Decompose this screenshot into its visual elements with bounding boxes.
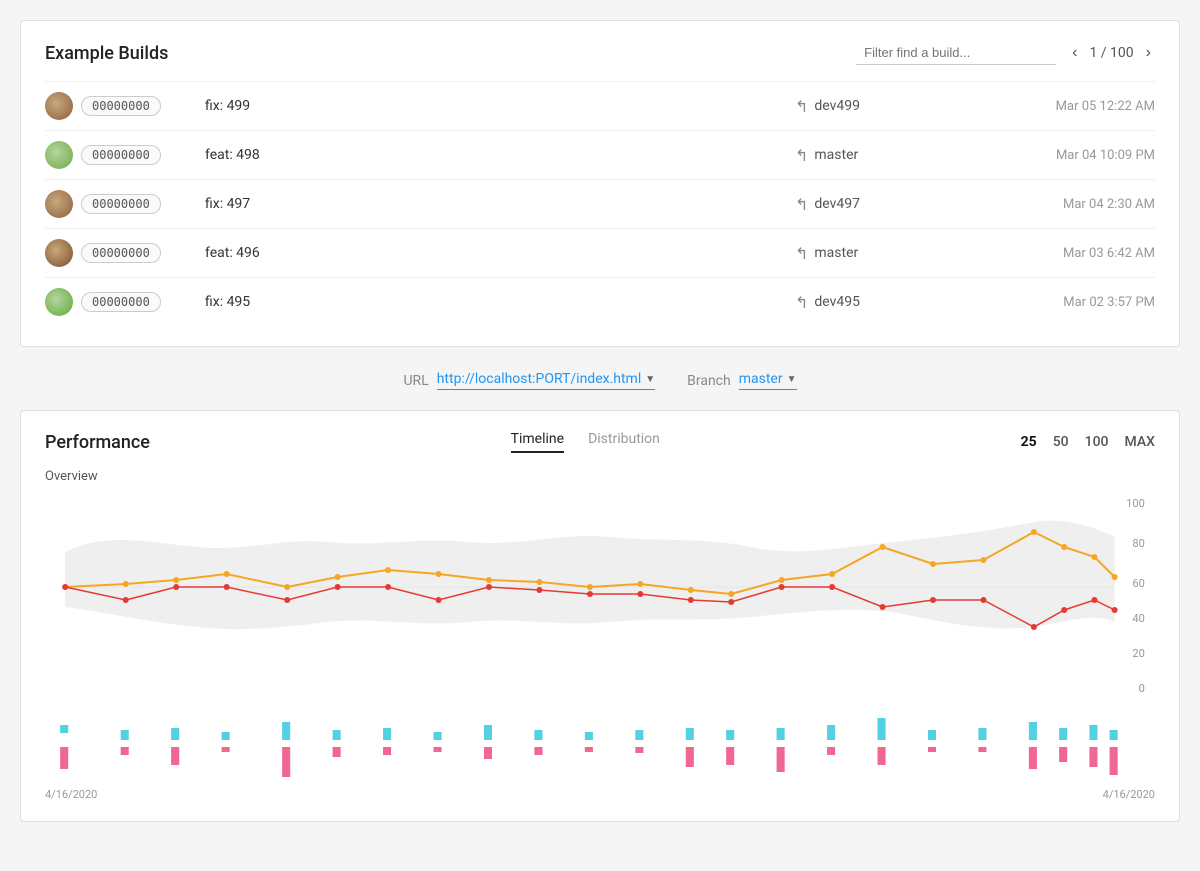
- build-date: Mar 04 2:30 AM: [975, 197, 1155, 212]
- branch-dropdown-arrow: ▼: [787, 374, 797, 385]
- build-label: fix: 497: [205, 196, 795, 212]
- branch-cell: ↰ master: [795, 244, 975, 263]
- perf-title: Performance: [45, 432, 150, 453]
- branch-selector-group: Branch master ▼: [687, 371, 796, 390]
- build-id-badge: 00000000: [81, 96, 161, 116]
- build-id-cell: 00000000: [45, 239, 205, 267]
- tab-distribution[interactable]: Distribution: [588, 431, 660, 453]
- table-row[interactable]: 00000000 fix: 499 ↰ dev499 Mar 05 12:22 …: [45, 81, 1155, 130]
- svg-text:80: 80: [1132, 537, 1144, 550]
- avatar: [45, 190, 73, 218]
- build-id-cell: 00000000: [45, 141, 205, 169]
- perf-range: 25 50 100 MAX: [1021, 434, 1155, 450]
- builds-list: 00000000 fix: 499 ↰ dev499 Mar 05 12:22 …: [45, 81, 1155, 326]
- branch-name: dev499: [814, 98, 860, 114]
- build-label: feat: 498: [205, 147, 795, 163]
- bar-chart: [45, 700, 1155, 780]
- builds-title: Example Builds: [45, 43, 168, 64]
- build-id-badge: 00000000: [81, 194, 161, 214]
- main-chart: 100 80 60 40 20 0: [45, 492, 1155, 692]
- range-100[interactable]: 100: [1085, 434, 1109, 450]
- chart-section: Overview 100 80 60 40 20 0: [45, 469, 1155, 801]
- build-date: Mar 02 3:57 PM: [975, 295, 1155, 310]
- avatar: [45, 239, 73, 267]
- range-max[interactable]: MAX: [1124, 434, 1155, 450]
- builds-card: Example Builds ‹ 1 / 100 › 00000000 fix:…: [20, 20, 1180, 347]
- avatar: [45, 92, 73, 120]
- build-id-cell: 00000000: [45, 92, 205, 120]
- svg-text:0: 0: [1139, 682, 1145, 692]
- url-selector-group: URL http://localhost:PORT/index.html ▼: [403, 371, 655, 390]
- build-id-badge: 00000000: [81, 292, 161, 312]
- build-date: Mar 03 6:42 AM: [975, 246, 1155, 261]
- chart-container: 100 80 60 40 20 0: [45, 492, 1155, 801]
- svg-text:20: 20: [1132, 647, 1144, 660]
- url-dropdown-arrow: ▼: [645, 374, 655, 385]
- build-id-cell: 00000000: [45, 288, 205, 316]
- table-row[interactable]: 00000000 fix: 497 ↰ dev497 Mar 04 2:30 A…: [45, 179, 1155, 228]
- svg-text:60: 60: [1132, 577, 1144, 590]
- filter-input[interactable]: [856, 41, 1056, 65]
- chart-dates: 4/16/2020 4/16/2020: [45, 788, 1155, 801]
- chart-date-end: 4/16/2020: [1103, 788, 1155, 801]
- url-selector[interactable]: http://localhost:PORT/index.html ▼: [437, 371, 655, 390]
- perf-tabs: Timeline Distribution: [511, 431, 660, 453]
- builds-header: Example Builds ‹ 1 / 100 ›: [45, 41, 1155, 65]
- branch-label: Branch: [687, 373, 731, 389]
- branch-cell: ↰ dev495: [795, 293, 975, 312]
- branch-name: master: [814, 245, 858, 261]
- build-label: feat: 496: [205, 245, 795, 261]
- range-50[interactable]: 50: [1053, 434, 1069, 450]
- prev-page-button[interactable]: ‹: [1068, 42, 1081, 64]
- table-row[interactable]: 00000000 feat: 496 ↰ master Mar 03 6:42 …: [45, 228, 1155, 277]
- branch-icon: ↰: [795, 244, 808, 263]
- build-id-badge: 00000000: [81, 243, 161, 263]
- branch-cell: ↰ dev497: [795, 195, 975, 214]
- pagination: ‹ 1 / 100 ›: [1068, 42, 1155, 64]
- build-label: fix: 495: [205, 294, 795, 310]
- avatar: [45, 141, 73, 169]
- pagination-display: 1 / 100: [1089, 45, 1133, 61]
- branch-name: dev497: [814, 196, 860, 212]
- perf-header: Performance Timeline Distribution 25 50 …: [45, 431, 1155, 453]
- chart-date-start: 4/16/2020: [45, 788, 97, 801]
- selector-bar: URL http://localhost:PORT/index.html ▼ B…: [20, 371, 1180, 390]
- build-id-badge: 00000000: [81, 145, 161, 165]
- svg-text:100: 100: [1126, 497, 1145, 510]
- url-label: URL: [403, 373, 428, 389]
- branch-name: master: [814, 147, 858, 163]
- tab-timeline[interactable]: Timeline: [511, 431, 564, 453]
- branch-cell: ↰ master: [795, 146, 975, 165]
- branch-selector[interactable]: master ▼: [739, 371, 797, 390]
- table-row[interactable]: 00000000 feat: 498 ↰ master Mar 04 10:09…: [45, 130, 1155, 179]
- range-25[interactable]: 25: [1021, 434, 1037, 450]
- build-id-cell: 00000000: [45, 190, 205, 218]
- branch-name: dev495: [814, 294, 860, 310]
- build-date: Mar 05 12:22 AM: [975, 99, 1155, 114]
- branch-icon: ↰: [795, 195, 808, 214]
- next-page-button[interactable]: ›: [1142, 42, 1155, 64]
- performance-card: Performance Timeline Distribution 25 50 …: [20, 410, 1180, 822]
- url-value: http://localhost:PORT/index.html: [437, 371, 642, 387]
- build-label: fix: 499: [205, 98, 795, 114]
- build-date: Mar 04 10:09 PM: [975, 148, 1155, 163]
- avatar: [45, 288, 73, 316]
- bar-group: [60, 718, 1118, 777]
- branch-icon: ↰: [795, 97, 808, 116]
- svg-text:40: 40: [1132, 612, 1144, 625]
- branch-cell: ↰ dev499: [795, 97, 975, 116]
- branch-icon: ↰: [795, 146, 808, 165]
- branch-value: master: [739, 371, 783, 387]
- builds-filter-area: ‹ 1 / 100 ›: [856, 41, 1155, 65]
- chart-overview-label: Overview: [45, 469, 1155, 484]
- branch-icon: ↰: [795, 293, 808, 312]
- table-row[interactable]: 00000000 fix: 495 ↰ dev495 Mar 02 3:57 P…: [45, 277, 1155, 326]
